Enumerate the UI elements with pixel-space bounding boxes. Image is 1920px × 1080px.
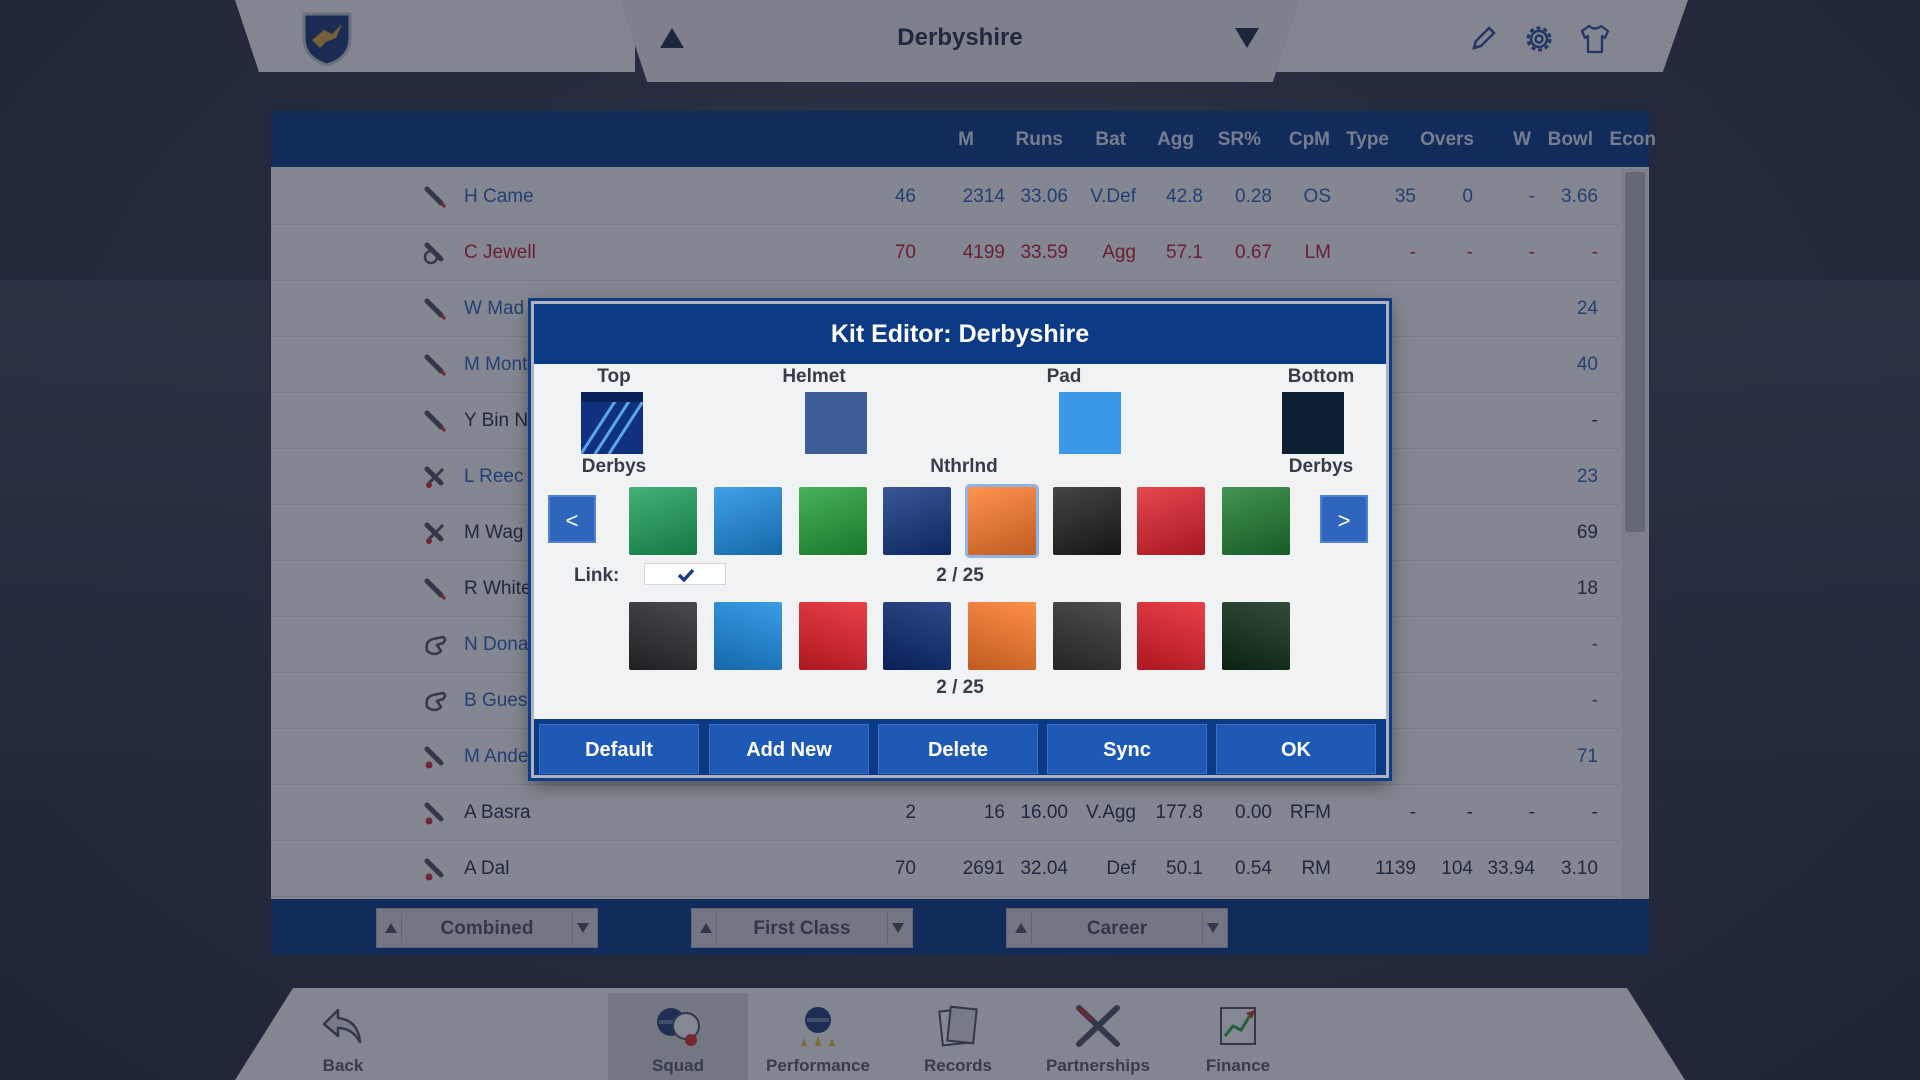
sync-button[interactable]: Sync (1047, 724, 1207, 774)
helmet-label: Helmet (782, 366, 846, 387)
link-label: Link: (574, 565, 620, 586)
trouser-design-option[interactable] (1053, 602, 1121, 670)
shirt-design-option[interactable] (968, 487, 1036, 555)
pad-label: Pad (1046, 366, 1082, 387)
trouser-design-option[interactable] (714, 602, 782, 670)
trouser-design-option[interactable] (1222, 602, 1290, 670)
trouser-counter: 2 / 25 (936, 677, 984, 698)
kit-editor-dialog: Kit Editor: Derbyshire Top Helmet Pad Bo… (531, 301, 1389, 778)
shirt-design-option[interactable] (883, 487, 951, 555)
shirt-design-option[interactable] (1137, 487, 1205, 555)
shirt-design-option[interactable] (714, 487, 782, 555)
shirt-design-option[interactable] (1053, 487, 1121, 555)
shirt-design-option[interactable] (629, 487, 697, 555)
trouser-design-option[interactable] (883, 602, 951, 670)
selected-kit-name: Nthrlnd (930, 456, 998, 477)
shirt-counter: 2 / 25 (936, 565, 984, 586)
top-label: Top (597, 366, 631, 387)
default-button[interactable]: Default (539, 724, 699, 774)
trouser-design-option[interactable] (629, 602, 697, 670)
trouser-design-option[interactable] (968, 602, 1036, 670)
delete-button[interactable]: Delete (878, 724, 1038, 774)
trouser-design-option[interactable] (799, 602, 867, 670)
trouser-design-option[interactable] (1137, 602, 1205, 670)
previous-kit-button[interactable]: < (548, 495, 596, 543)
next-kit-button[interactable]: > (1320, 495, 1368, 543)
add-new-button[interactable]: Add New (709, 724, 869, 774)
top-preview-swatch[interactable] (581, 392, 643, 454)
shirt-design-option[interactable] (1222, 487, 1290, 555)
bottom-kit-name: Derbys (1288, 456, 1354, 477)
ok-button[interactable]: OK (1216, 724, 1376, 774)
dialog-title: Kit Editor: Derbyshire (534, 304, 1386, 364)
bottom-preview-swatch[interactable] (1282, 392, 1344, 454)
bottom-label: Bottom (1287, 366, 1355, 387)
checkmark-icon (677, 568, 695, 583)
helmet-preview-swatch[interactable] (805, 392, 867, 454)
link-checkbox[interactable] (644, 563, 726, 585)
pad-preview-swatch[interactable] (1059, 392, 1121, 454)
shirt-design-option[interactable] (799, 487, 867, 555)
top-kit-name: Derbys (581, 456, 647, 477)
